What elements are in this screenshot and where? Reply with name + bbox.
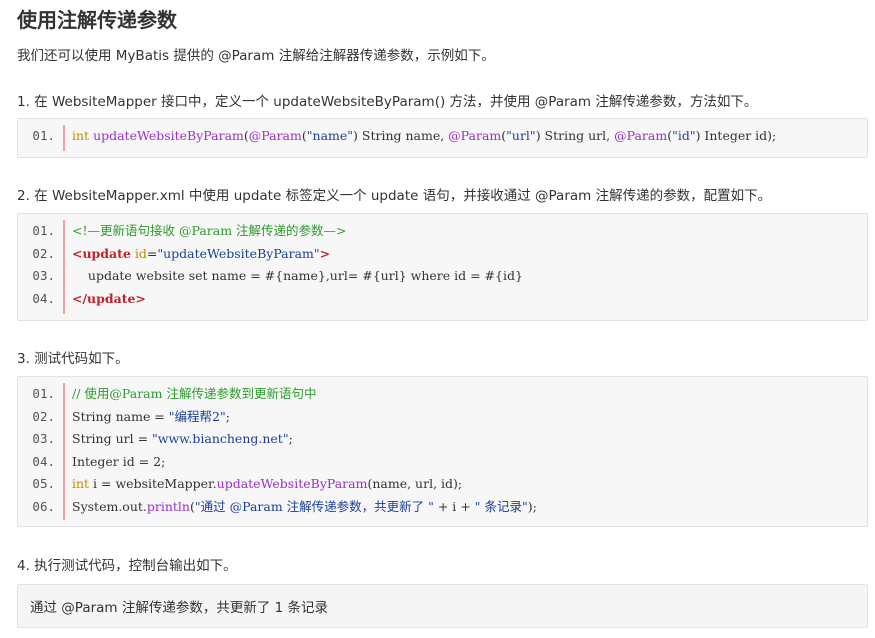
code-text: String name = "编程帮2";: [72, 406, 230, 428]
code-token: );: [527, 498, 537, 514]
code-token: <update: [72, 245, 131, 261]
code-token: String url =: [72, 431, 153, 446]
code-token: >: [319, 245, 331, 261]
code-text: <!—更新语句接收 @Param 注解传递的参数—>: [72, 220, 347, 242]
code-token: @Param: [248, 128, 302, 143]
code-token: int: [72, 476, 90, 491]
line-number: 01.: [32, 386, 55, 401]
code-token: ) Integer id);: [695, 128, 777, 143]
code-token: @Param: [448, 128, 502, 143]
code-token: String name =: [72, 408, 169, 424]
code-token: + i +: [433, 498, 475, 514]
code-token: update website set name = #{name},url= #…: [72, 268, 523, 283]
code-text: // 使用@Param 注解传递参数到更新语句中: [72, 383, 316, 405]
article-page: 使用注解传递参数 我们还可以使用 MyBatis 提供的 @Param 注解给注…: [0, 0, 875, 638]
line-number: 01.: [32, 223, 55, 238]
step-3-text: 3. 测试代码如下。: [17, 351, 129, 367]
code-block-1: 01. int updateWebsiteByParam(@Param("name…: [17, 118, 868, 158]
code-text: String url = "www.biancheng.net";: [72, 428, 293, 450]
line-number: 01.: [32, 128, 55, 143]
code-token: "name": [306, 128, 354, 143]
code-token: <!—更新语句接收 @Param 注解传递的参数—>: [72, 223, 347, 238]
code-token: // 使用@Param 注解传递参数到更新语句中: [72, 386, 317, 401]
step-2-text: 2. 在 WebsiteMapper.xml 中使用 update 标签定义一个…: [17, 188, 772, 204]
line-number: 04.: [32, 290, 55, 306]
code-token: "编程帮2": [168, 408, 226, 424]
console-output-text: 通过 @Param 注解传递参数，共更新了 1 条记录: [30, 600, 329, 616]
code-token: "www.biancheng.net": [152, 431, 289, 446]
code-token: ;: [288, 431, 293, 446]
code-token: "updateWebsiteByParam": [157, 245, 320, 261]
code-text: <update id="updateWebsiteByParam">: [72, 243, 330, 265]
code-text: update website set name = #{name},url= #…: [72, 265, 523, 287]
line-number: 03.: [32, 268, 55, 283]
code-token: updateWebsiteByParam: [216, 476, 368, 491]
code-block-2: 01. <!—更新语句接收 @Param 注解传递的参数—> 02. <update …: [17, 213, 868, 321]
code-token: println: [146, 498, 190, 514]
line-number: 02.: [32, 408, 55, 424]
code-text: </update>: [72, 288, 146, 310]
code-token: @Param: [614, 128, 668, 143]
code-token: (name, url, id);: [367, 476, 463, 491]
code-text: int i = websiteMapper.updateWebsiteByPar…: [72, 473, 462, 495]
code-token: ) String url,: [535, 128, 615, 143]
line-number: 06.: [32, 498, 55, 514]
code-token: " 条记录": [474, 498, 528, 514]
code-block-3: 01. // 使用@Param 注解传递参数到更新语句中 02. String nam…: [17, 376, 868, 527]
code-token: </update>: [72, 290, 146, 306]
code-token: System.out.: [72, 498, 147, 514]
code-text: Integer id = 2;: [72, 451, 165, 473]
line-number: 04.: [32, 453, 55, 469]
line-number: 05.: [32, 476, 55, 491]
step-4-text: 4. 执行测试代码，控制台输出如下。: [17, 558, 237, 574]
code-token: Integer id = 2;: [72, 453, 166, 469]
line-number: 03.: [32, 431, 55, 446]
code-token: i = websiteMapper.: [89, 476, 217, 491]
code-token: "id": [672, 128, 696, 143]
code-token: ) String name,: [353, 128, 449, 143]
code-token: "url": [506, 128, 536, 143]
console-output-box: 通过 @Param 注解传递参数，共更新了 1 条记录: [17, 584, 868, 628]
page-title: 使用注解传递参数: [17, 8, 177, 32]
code-token: updateWebsiteByParam: [93, 128, 244, 143]
code-token: "通过 @Param 注解传递参数，共更新了 ": [194, 498, 434, 514]
intro-paragraph: 我们还可以使用 MyBatis 提供的 @Param 注解给注解器传递参数，示例…: [17, 48, 495, 64]
line-number: 02.: [32, 245, 55, 261]
code-token: ;: [225, 408, 230, 424]
code-token: =: [146, 245, 158, 261]
code-text: System.out.println("通过 @Param 注解传递参数，共更新…: [72, 496, 537, 518]
code-token: id: [134, 245, 147, 261]
step-1-text: 1. 在 WebsiteMapper 接口中，定义一个 updateWebsit…: [17, 94, 758, 110]
code-text: int updateWebsiteByParam(@Param("name") …: [72, 125, 776, 147]
code-token: int: [72, 128, 90, 143]
